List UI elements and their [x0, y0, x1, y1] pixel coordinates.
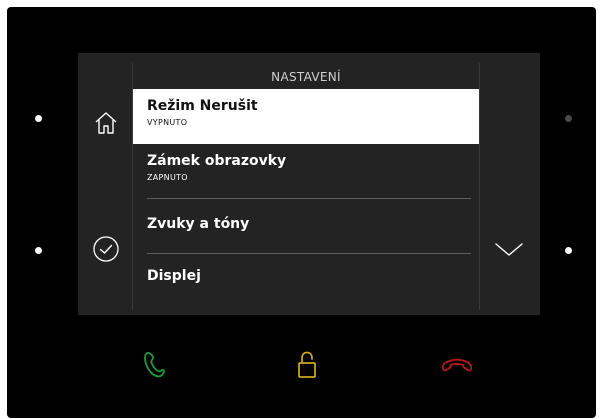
- menu-item-status: ZAPNUTO: [147, 173, 188, 182]
- phone-answer-icon: [144, 351, 165, 378]
- page-title: NASTAVENÍ: [271, 70, 341, 84]
- indicator-dot-left-bottom: [35, 247, 42, 254]
- answer-call-button[interactable]: [135, 347, 171, 383]
- intercom-device: NASTAVENÍ Režim Nerušit VYPNUTO Zámek ob…: [7, 7, 596, 418]
- check-circle-icon: [93, 236, 119, 262]
- home-button[interactable]: [88, 107, 124, 139]
- chevron-down-icon: [495, 243, 523, 256]
- hang-up-button[interactable]: [437, 350, 477, 380]
- confirm-button[interactable]: [88, 233, 124, 265]
- display-screen: NASTAVENÍ Režim Nerušit VYPNUTO Zámek ob…: [78, 53, 540, 315]
- menu-item-label: Zámek obrazovky: [147, 153, 287, 169]
- menu-item-label: Režim Nerušit: [147, 98, 258, 114]
- home-icon: [95, 112, 117, 134]
- menu-item-label: Zvuky a tóny: [147, 216, 250, 232]
- indicator-dot-right-bottom: [565, 247, 572, 254]
- menu-item-label: Displej: [147, 268, 201, 284]
- unlock-icon: [298, 351, 316, 378]
- settings-menu-list: Režim Nerušit VYPNUTO Zámek obrazovky ZA…: [133, 89, 479, 294]
- menu-item-dnd[interactable]: Režim Nerušit VYPNUTO: [133, 89, 479, 144]
- indicator-dot-right-top: [565, 115, 572, 122]
- phone-hangup-icon: [441, 358, 473, 372]
- menu-item-status: VYPNUTO: [147, 118, 188, 127]
- unlock-door-button[interactable]: [289, 347, 325, 383]
- indicator-dot-left-top: [35, 115, 42, 122]
- right-divider: [479, 63, 480, 310]
- menu-item-screen-lock[interactable]: Zámek obrazovky ZAPNUTO: [133, 144, 479, 199]
- menu-item-sounds[interactable]: Zvuky a tóny: [133, 199, 479, 254]
- scroll-down-button[interactable]: [486, 235, 532, 265]
- menu-item-display[interactable]: Displej: [133, 254, 479, 294]
